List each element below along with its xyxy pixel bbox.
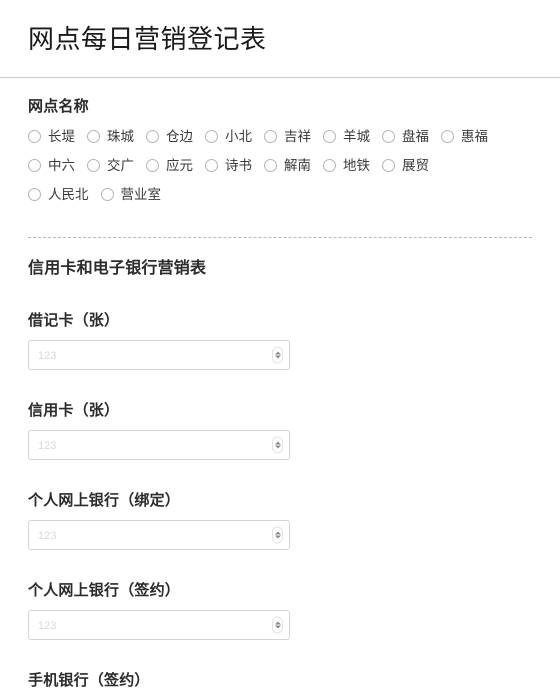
number-field: 信用卡（张） <box>28 370 532 460</box>
radio-circle-icon[interactable] <box>146 130 159 143</box>
branch-name-field: 网点名称 长堤 珠城 仓边 小北 吉祥 羊城 盘福 惠福中六 交广 应元 诗书 解南 地铁 展贸人民北 营业… <box>28 78 532 211</box>
radio-option-营业室[interactable]: 营业室 <box>100 182 162 207</box>
radio-circle-icon[interactable] <box>28 188 41 201</box>
radio-option-解南[interactable]: 解南 <box>264 153 311 178</box>
radio-circle-icon[interactable] <box>382 130 395 143</box>
radio-option-中六[interactable]: 中六 <box>28 153 75 178</box>
number-field-label: 手机银行（签约） <box>28 672 150 689</box>
chevron-down-icon[interactable] <box>274 535 281 539</box>
radio-option-label: 吉祥 <box>284 128 311 144</box>
form-header: 网点每日营销登记表 <box>0 0 560 78</box>
branch-radio-group: 长堤 珠城 仓边 小北 吉祥 羊城 盘福 惠福中六 交广 应元 诗书 解南 地铁 展贸人民北 营业室 <box>28 124 502 211</box>
chevron-up-icon[interactable] <box>274 621 281 625</box>
radio-option-label: 羊城 <box>343 128 370 144</box>
radio-option-展贸[interactable]: 展贸 <box>382 153 429 178</box>
radio-option-吉祥[interactable]: 吉祥 <box>264 124 311 149</box>
number-field-label: 个人网上银行（绑定） <box>28 492 181 509</box>
radio-option-label: 解南 <box>284 157 311 173</box>
radio-circle-icon[interactable] <box>205 159 218 172</box>
number-input[interactable] <box>28 610 290 640</box>
radio-circle-icon[interactable] <box>323 159 336 172</box>
radio-option-label: 长堤 <box>48 128 75 144</box>
radio-option-诗书[interactable]: 诗书 <box>205 153 252 178</box>
chevron-down-icon[interactable] <box>274 625 281 629</box>
radio-option-珠城[interactable]: 珠城 <box>87 124 134 149</box>
radio-circle-icon[interactable] <box>264 130 277 143</box>
radio-option-label: 小北 <box>225 128 252 144</box>
number-input[interactable] <box>28 430 290 460</box>
radio-option-羊城[interactable]: 羊城 <box>323 124 370 149</box>
marketing-fields: 借记卡（张） 信用卡（张） 个人网上银行（绑定） 个人网上银行（签约） 手机银行（签约） <box>28 280 532 700</box>
number-field-label: 信用卡（张） <box>28 402 120 419</box>
number-input[interactable] <box>28 340 290 370</box>
marketing-section-heading: 信用卡和电子银行营销表 <box>28 260 207 277</box>
radio-circle-icon[interactable] <box>382 159 395 172</box>
number-spinner[interactable] <box>272 526 283 544</box>
radio-option-label: 诗书 <box>225 157 252 173</box>
chevron-up-icon[interactable] <box>274 351 281 355</box>
radio-circle-icon[interactable] <box>100 188 114 201</box>
number-field: 个人网上银行（绑定） <box>28 460 532 550</box>
number-spinner[interactable] <box>272 616 283 634</box>
radio-circle-icon[interactable] <box>323 130 336 143</box>
number-field: 个人网上银行（签约） <box>28 550 532 640</box>
radio-option-label: 地铁 <box>343 157 370 173</box>
radio-option-应元[interactable]: 应元 <box>146 153 193 178</box>
radio-circle-icon[interactable] <box>205 130 218 143</box>
number-field-label: 借记卡（张） <box>28 312 120 329</box>
form-body: 网点名称 长堤 珠城 仓边 小北 吉祥 羊城 盘福 惠福中六 交广 应元 诗书 解南 地铁 展贸人民北 营业… <box>0 78 560 700</box>
number-input[interactable] <box>28 520 290 550</box>
number-field: 手机银行（签约） <box>28 640 532 700</box>
branch-name-label: 网点名称 <box>28 98 89 115</box>
radio-option-label: 展贸 <box>402 157 429 173</box>
radio-option-长堤[interactable]: 长堤 <box>28 124 75 149</box>
radio-option-label: 珠城 <box>107 128 134 144</box>
radio-circle-icon[interactable] <box>28 159 41 172</box>
radio-option-label: 仓边 <box>166 128 193 144</box>
radio-option-惠福[interactable]: 惠福 <box>441 124 488 149</box>
number-input-wrapper <box>28 430 290 460</box>
radio-circle-icon[interactable] <box>441 130 454 143</box>
radio-option-label: 营业室 <box>120 186 162 202</box>
chevron-up-icon[interactable] <box>274 531 281 535</box>
number-input-wrapper <box>28 610 290 640</box>
radio-option-label: 盘福 <box>402 128 429 144</box>
radio-option-label: 交广 <box>107 157 134 173</box>
radio-option-人民北[interactable]: 人民北 <box>28 182 89 207</box>
number-input-wrapper <box>28 520 290 550</box>
radio-option-小北[interactable]: 小北 <box>205 124 252 149</box>
radio-option-地铁[interactable]: 地铁 <box>323 153 370 178</box>
number-field: 借记卡（张） <box>28 280 532 370</box>
radio-option-label: 应元 <box>166 157 193 173</box>
radio-option-交广[interactable]: 交广 <box>87 153 134 178</box>
radio-option-label: 惠福 <box>461 128 488 144</box>
chevron-down-icon[interactable] <box>274 445 281 449</box>
radio-circle-icon[interactable] <box>146 159 159 172</box>
number-field-label: 个人网上银行（签约） <box>28 582 181 599</box>
radio-option-label: 中六 <box>48 157 75 173</box>
radio-circle-icon[interactable] <box>87 159 100 172</box>
page-title: 网点每日营销登记表 <box>28 24 267 54</box>
radio-circle-icon[interactable] <box>87 130 100 143</box>
radio-circle-icon[interactable] <box>264 159 277 172</box>
radio-option-盘福[interactable]: 盘福 <box>382 124 429 149</box>
number-spinner[interactable] <box>272 346 283 364</box>
number-spinner[interactable] <box>272 436 283 454</box>
radio-option-仓边[interactable]: 仓边 <box>146 124 193 149</box>
chevron-down-icon[interactable] <box>274 355 281 359</box>
chevron-up-icon[interactable] <box>274 441 281 445</box>
radio-circle-icon[interactable] <box>28 130 41 143</box>
radio-option-label: 人民北 <box>48 186 89 202</box>
form-page: 网点每日营销登记表 网点名称 长堤 珠城 仓边 小北 吉祥 羊城 盘福 惠福中六 交广 应元 诗书 解… <box>0 0 560 700</box>
number-input-wrapper <box>28 340 290 370</box>
